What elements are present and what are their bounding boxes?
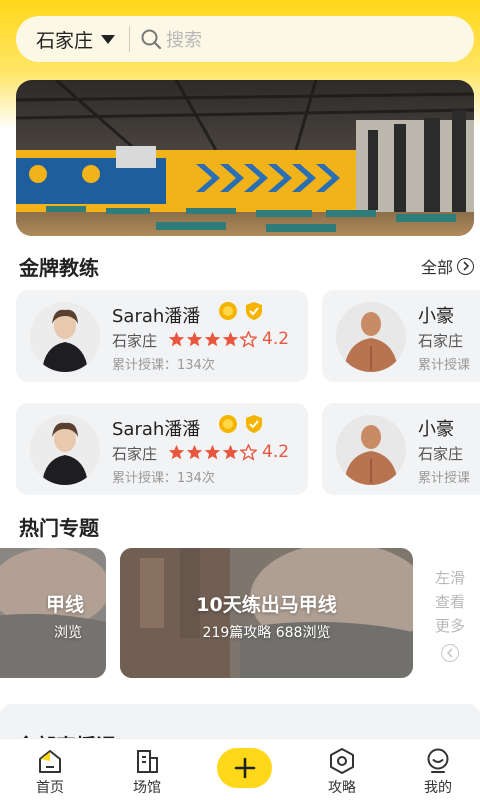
medal-badge-icon: [219, 302, 237, 320]
more-hint-line: 左滑: [434, 569, 465, 587]
topics-section-title: 热门专题: [19, 516, 99, 540]
coach-card[interactable]: Sarah潘潘 石家庄 4.2 累计授课：134次: [16, 290, 308, 382]
topic-card[interactable]: 10天练出马甲线 219篇攻略 688浏览: [120, 548, 413, 678]
star-filled-icon: [204, 331, 221, 346]
hexagon-icon: [330, 748, 354, 774]
coach-avatar: [336, 302, 406, 372]
tab-venue[interactable]: 场馆: [117, 747, 177, 797]
star-filled-icon: [168, 331, 185, 346]
topic-card[interactable]: 甲线 浏览: [0, 548, 106, 678]
tab-mine-label: 我的: [424, 780, 452, 796]
medal-badge-icon: [219, 415, 237, 433]
coach-city: 石家庄: [418, 445, 464, 463]
coach-lesson-count: 累计授课：134次: [112, 471, 215, 486]
star-outline-icon: [240, 443, 257, 461]
search-input[interactable]: 搜索: [166, 26, 202, 52]
coach-name: Sarah潘潘: [112, 306, 201, 327]
tab-home[interactable]: 首页: [20, 747, 80, 797]
search-icon: [141, 29, 162, 50]
city-selector[interactable]: 石家庄: [36, 26, 116, 53]
star-outline-icon: [240, 330, 257, 348]
coach-rating: 4.2: [262, 329, 290, 349]
coach-city: 石家庄: [112, 332, 158, 350]
coach-city: 石家庄: [418, 332, 464, 350]
star-filled-icon: [186, 444, 203, 459]
home-page: 石家庄 搜索 金牌教练 全部 Sarah潘潘 石家庄 4.2 累计授课：134次…: [0, 0, 480, 800]
search-divider: [129, 26, 131, 52]
more-hint-line: 查看: [434, 593, 465, 611]
chevron-right-icon: [457, 257, 474, 275]
coach-avatar: [336, 415, 406, 485]
more-hint-line: 更多: [434, 617, 465, 635]
gym-banner-image[interactable]: [16, 80, 474, 236]
star-filled-icon: [168, 444, 185, 459]
star-filled-icon: [222, 331, 239, 346]
coach-lesson-count: 累计授课: [418, 358, 471, 373]
search-bar: 石家庄 搜索: [16, 16, 474, 62]
rating-stars: 4.2: [168, 442, 289, 462]
coach-card[interactable]: Sarah潘潘 石家庄 4.2 累计授课：134次: [16, 403, 308, 495]
coach-lesson-count: 累计授课：134次: [112, 358, 215, 373]
building-icon: [137, 750, 158, 773]
rating-stars: 4.2: [168, 329, 289, 349]
view-all-coaches-link[interactable]: 全部: [421, 254, 474, 278]
topic-title: 甲线: [45, 594, 84, 616]
coach-city: 石家庄: [112, 445, 158, 463]
chevron-left-icon: [441, 644, 459, 662]
tab-home-label: 首页: [36, 780, 64, 796]
view-all-label: 全部: [420, 258, 453, 277]
coach-avatar: [30, 415, 100, 485]
verified-badge-icon: [246, 302, 262, 320]
city-label: 石家庄: [36, 29, 94, 52]
coach-avatar: [30, 302, 100, 372]
coach-card[interactable]: 小豪 石家庄 累计授课: [322, 290, 480, 382]
coaches-section-title: 金牌教练: [19, 256, 99, 280]
topic-meta: 219篇攻略 688浏览: [202, 625, 331, 641]
star-filled-icon: [186, 331, 203, 346]
topic-title: 10天练出马甲线: [196, 594, 337, 616]
user-face-icon: [427, 748, 449, 773]
tab-guide[interactable]: 攻略: [312, 747, 372, 797]
coach-name: Sarah潘潘: [112, 419, 201, 440]
coach-card[interactable]: 小豪 石家庄 累计授课: [322, 403, 480, 495]
swipe-more-hint[interactable]: 左滑 查看 更多: [432, 566, 468, 662]
coach-rating: 4.2: [262, 442, 290, 462]
tab-venue-label: 场馆: [133, 780, 161, 796]
star-filled-icon: [204, 444, 221, 459]
plus-icon: [234, 757, 255, 779]
topic-meta: 浏览: [54, 625, 82, 641]
tab-guide-label: 攻略: [328, 780, 356, 796]
verified-badge-icon: [246, 415, 262, 433]
home-icon: [39, 750, 61, 773]
coach-name: 小豪: [418, 419, 454, 440]
add-button[interactable]: [217, 748, 272, 788]
tab-mine[interactable]: 我的: [408, 747, 468, 797]
caret-down-icon: [101, 34, 116, 44]
coach-lesson-count: 累计授课: [418, 471, 471, 486]
coach-name: 小豪: [418, 306, 454, 327]
bottom-tab-bar: 首页 场馆 攻略 我的: [0, 738, 480, 800]
star-filled-icon: [222, 444, 239, 459]
